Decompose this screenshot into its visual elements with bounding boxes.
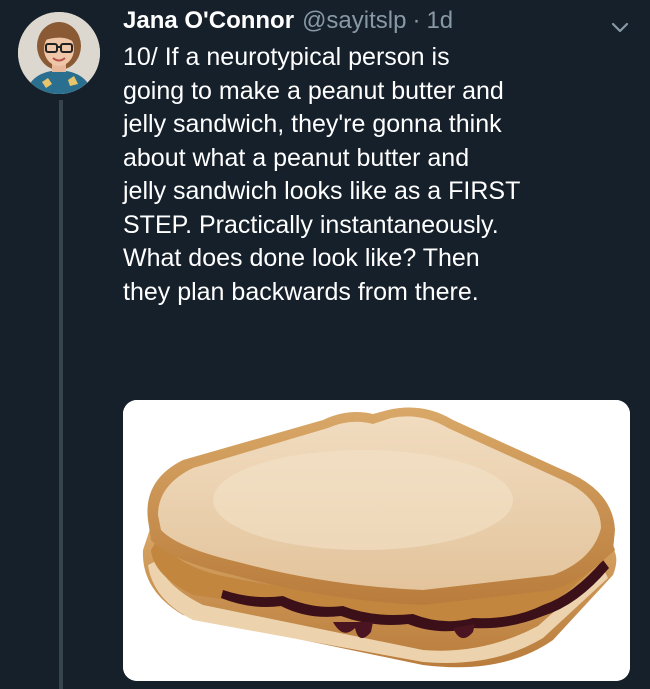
avatar[interactable] <box>18 12 100 94</box>
tweet-media-image[interactable] <box>123 400 630 681</box>
tweet-body: Jana O'Connor @sayitslp · 1d 10/ If a ne… <box>123 6 633 309</box>
author-handle[interactable]: @sayitslp <box>302 6 406 36</box>
tweet-timestamp[interactable]: 1d <box>426 6 453 36</box>
chevron-down-icon[interactable] <box>607 18 633 38</box>
separator-dot: · <box>412 7 421 34</box>
sandwich-photo <box>123 400 630 681</box>
thread-connector-line <box>59 100 63 689</box>
author-name[interactable]: Jana O'Connor <box>123 6 294 36</box>
tweet-text: 10/ If a neurotypical person is going to… <box>123 43 521 306</box>
tweet-header: Jana O'Connor @sayitslp · 1d <box>123 6 633 36</box>
